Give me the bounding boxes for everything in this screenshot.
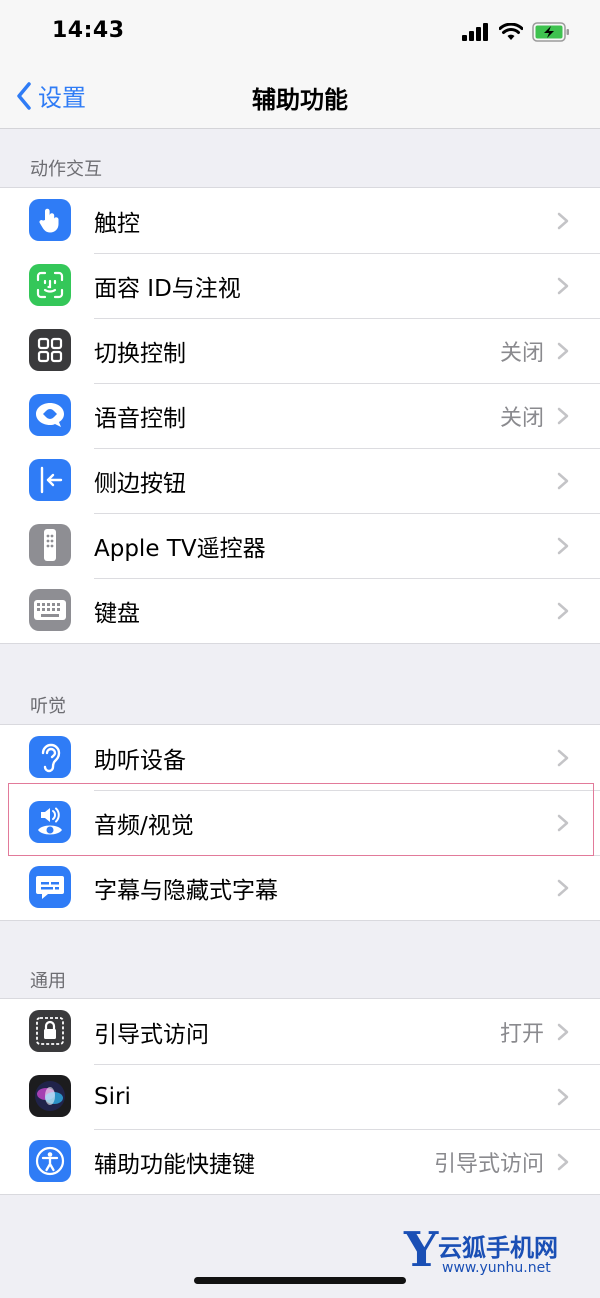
ear-icon xyxy=(29,736,71,778)
tv-remote-icon xyxy=(29,524,71,566)
row-label: 字幕与隐藏式字幕 xyxy=(94,877,278,904)
settings-group-general: 引导式访问 打开 Siri 辅助功能快捷键 引导式访问 xyxy=(0,998,600,1195)
chevron-right-icon xyxy=(557,342,569,360)
voice-control-icon xyxy=(29,394,71,436)
row-voice-control[interactable]: 语音控制 关闭 xyxy=(0,383,600,448)
siri-icon xyxy=(29,1075,71,1117)
chevron-right-icon xyxy=(557,537,569,555)
accessibility-icon xyxy=(29,1140,71,1182)
row-label: 键盘 xyxy=(94,600,140,627)
row-touch[interactable]: 触控 xyxy=(0,188,600,253)
navigation-bar: 设置 辅助功能 xyxy=(0,66,600,129)
row-siri[interactable]: Siri xyxy=(0,1064,600,1129)
face-id-icon xyxy=(29,264,71,306)
row-subtitles-captioning[interactable]: 字幕与隐藏式字幕 xyxy=(0,855,600,920)
wifi-icon xyxy=(499,23,523,40)
row-value: 关闭 xyxy=(499,405,544,431)
row-label: 音频/视觉 xyxy=(94,812,194,839)
section-header-interaction: 动作交互 xyxy=(30,159,102,180)
row-label: 触控 xyxy=(94,210,140,237)
status-time: 14:43 xyxy=(52,18,125,43)
row-value: 引导式访问 xyxy=(433,1151,544,1177)
row-label: 面容 ID与注视 xyxy=(94,275,241,302)
row-hearing-devices[interactable]: 助听设备 xyxy=(0,725,600,790)
touch-hand-icon xyxy=(29,199,71,241)
watermark-url: www.yunhu.net xyxy=(442,1260,551,1276)
chevron-right-icon xyxy=(557,814,569,832)
page-title: 辅助功能 xyxy=(252,86,348,114)
row-label: 引导式访问 xyxy=(94,1021,209,1048)
chevron-right-icon xyxy=(557,1088,569,1106)
row-side-button[interactable]: 侧边按钮 xyxy=(0,448,600,513)
chevron-right-icon xyxy=(557,602,569,620)
row-label: 语音控制 xyxy=(94,405,186,432)
chevron-right-icon xyxy=(557,472,569,490)
chevron-right-icon xyxy=(557,212,569,230)
watermark-letter: Y xyxy=(404,1222,439,1278)
row-guided-access[interactable]: 引导式访问 打开 xyxy=(0,999,600,1064)
home-indicator[interactable] xyxy=(194,1277,406,1284)
audio-visual-icon xyxy=(29,801,71,843)
settings-group-hearing: 助听设备 音频/视觉 字幕与隐藏式字幕 xyxy=(0,724,600,921)
section-header-hearing: 听觉 xyxy=(30,696,66,717)
row-face-id-attention[interactable]: 面容 ID与注视 xyxy=(0,253,600,318)
chevron-right-icon xyxy=(557,407,569,425)
row-label: 助听设备 xyxy=(94,747,186,774)
row-keyboard[interactable]: 键盘 xyxy=(0,578,600,643)
row-value: 关闭 xyxy=(499,340,544,366)
watermark-logo: Y 云狐手机网 www.yunhu.net xyxy=(404,1222,580,1284)
section-header-general: 通用 xyxy=(30,971,66,992)
row-label: 侧边按钮 xyxy=(94,470,186,497)
row-value: 打开 xyxy=(499,1021,544,1047)
row-label: Apple TV遥控器 xyxy=(94,535,266,562)
chevron-right-icon xyxy=(557,879,569,897)
row-label: 辅助功能快捷键 xyxy=(94,1151,255,1178)
chevron-right-icon xyxy=(557,1023,569,1041)
row-apple-tv-remote[interactable]: Apple TV遥控器 xyxy=(0,513,600,578)
row-audio-visual[interactable]: 音频/视觉 xyxy=(0,790,600,855)
battery-charging-icon xyxy=(532,22,569,42)
chevron-right-icon xyxy=(557,1153,569,1171)
cellular-signal-icon xyxy=(462,23,488,41)
status-bar: 14:43 xyxy=(0,0,600,66)
guided-access-lock-icon xyxy=(29,1010,71,1052)
row-switch-control[interactable]: 切换控制 关闭 xyxy=(0,318,600,383)
watermark-name: 云狐手机网 xyxy=(438,1234,558,1262)
keyboard-icon xyxy=(29,589,71,631)
chevron-right-icon xyxy=(557,749,569,767)
side-button-icon xyxy=(29,459,71,501)
switch-control-icon xyxy=(29,329,71,371)
row-label: 切换控制 xyxy=(94,340,186,367)
captions-icon xyxy=(29,866,71,908)
row-accessibility-shortcut[interactable]: 辅助功能快捷键 引导式访问 xyxy=(0,1129,600,1194)
settings-group-interaction: 触控 面容 ID与注视 切换控制 关闭 语音控制 关闭 侧边按钮 Apple T… xyxy=(0,187,600,644)
chevron-right-icon xyxy=(557,277,569,295)
row-label: Siri xyxy=(94,1083,131,1110)
